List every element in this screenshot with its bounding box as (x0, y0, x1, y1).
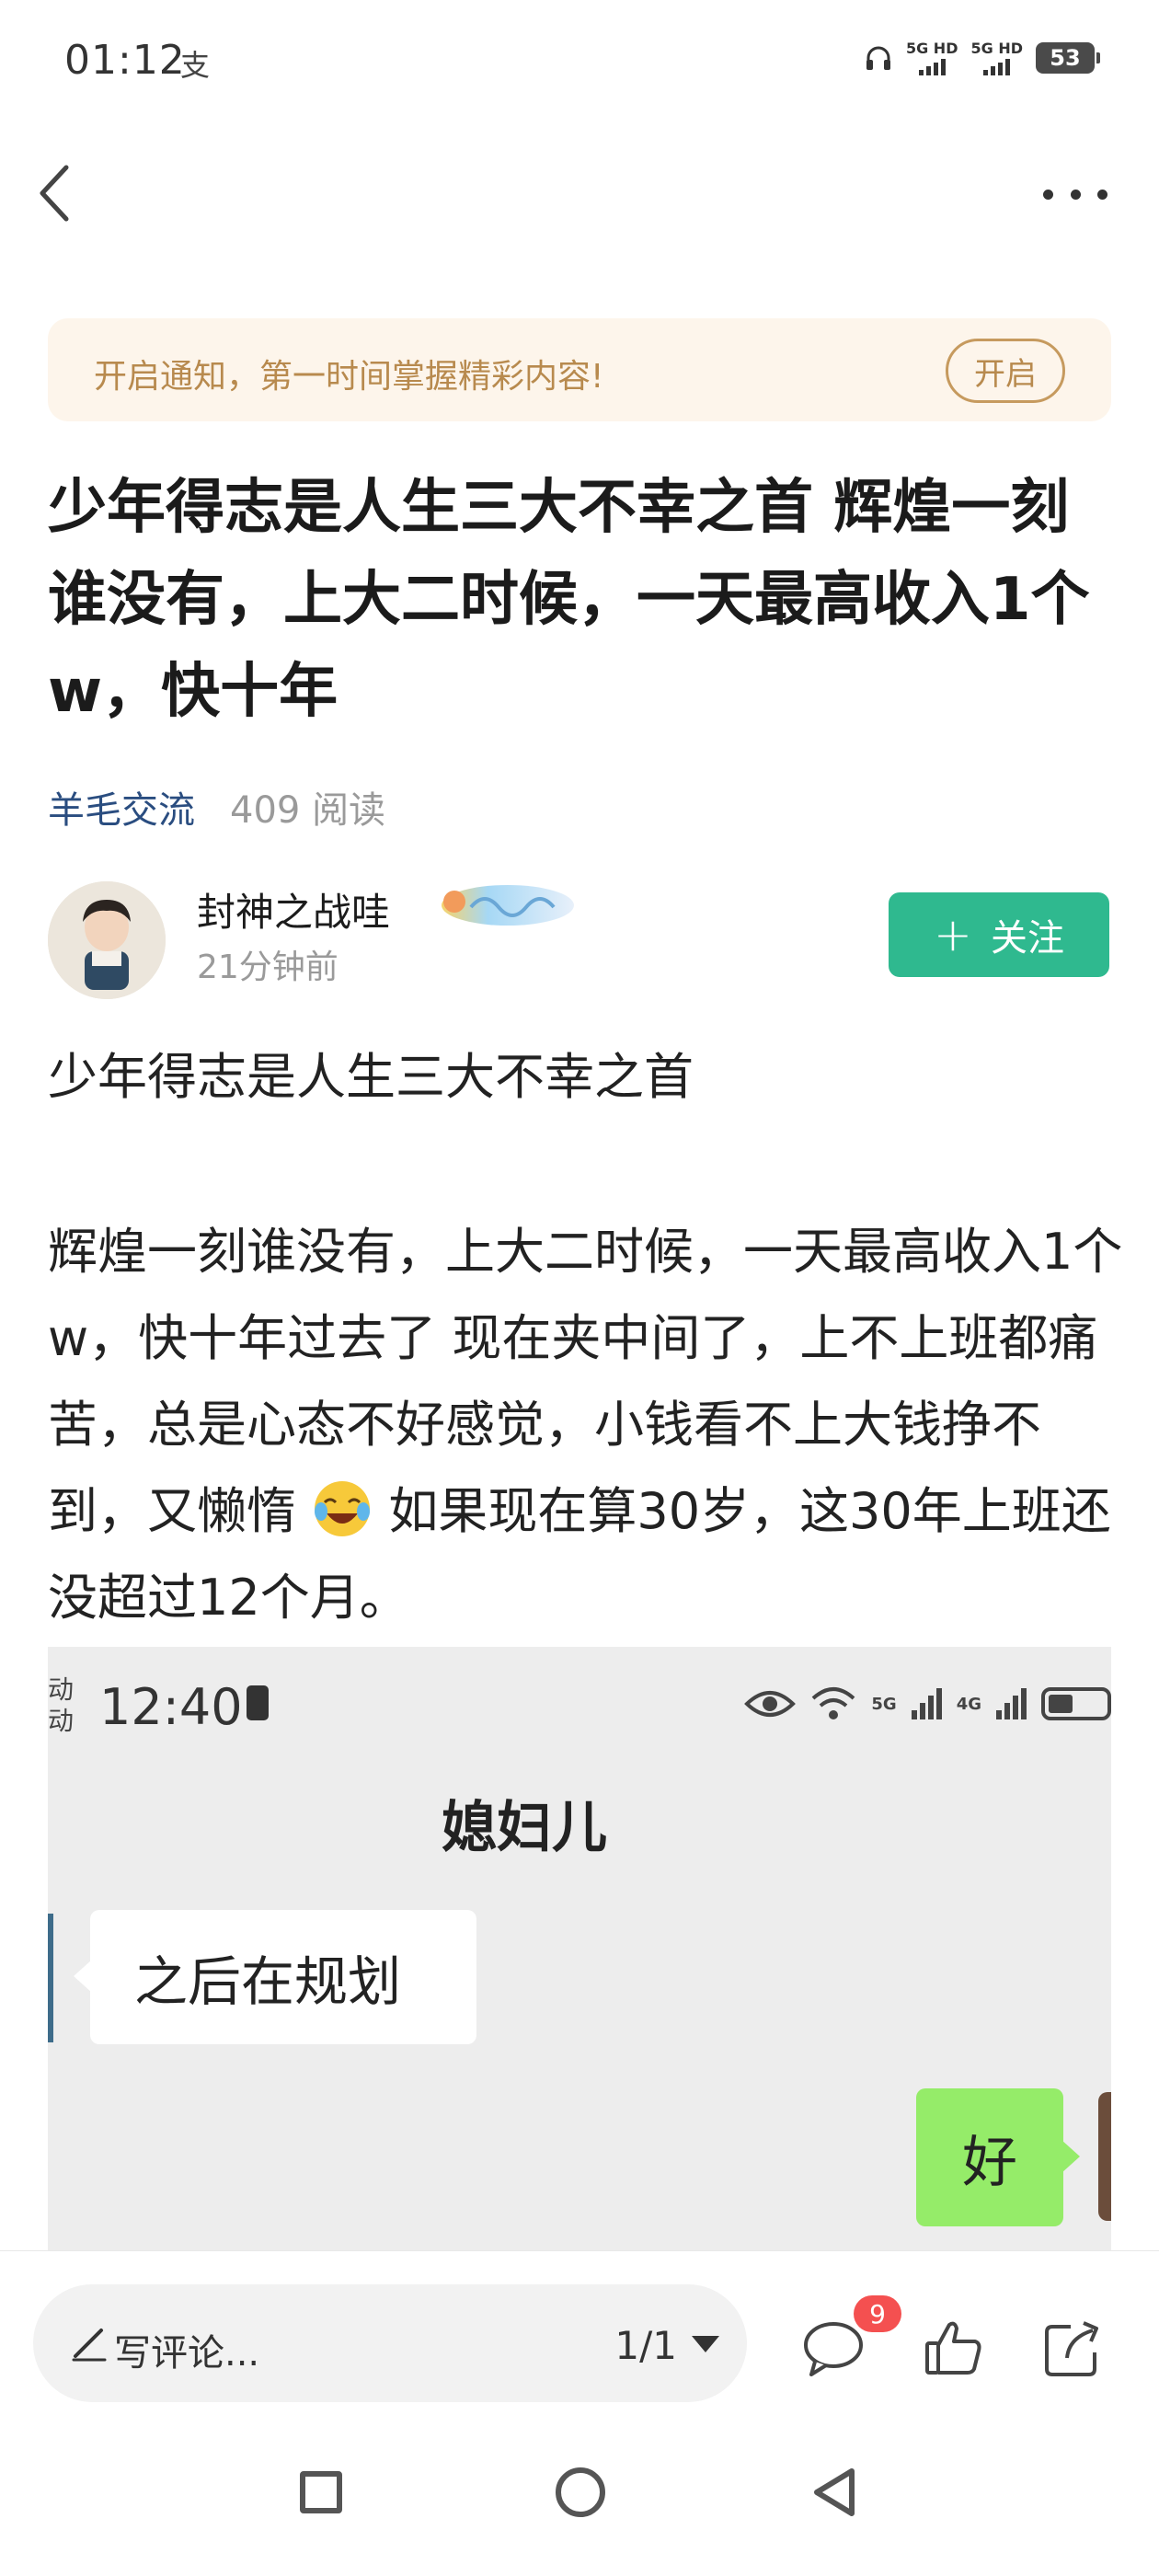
screenshot-status-icons: 5G 4G (744, 1685, 1111, 1722)
screenshot-lock-icon (247, 1685, 269, 1720)
caret-down-icon[interactable] (692, 2336, 719, 2352)
screenshot-time: 12:40 (99, 1678, 243, 1736)
chat-message-received: 之后在规划 (74, 1910, 476, 2044)
comment-input[interactable]: 写评论... 1/1 (33, 2284, 747, 2402)
system-navigation-bar (0, 2434, 1159, 2576)
alipay-icon: 支 (180, 48, 211, 83)
signal-bars-icon (983, 57, 1011, 75)
home-icon[interactable] (556, 2467, 605, 2517)
comment-count-badge: 9 (854, 2295, 901, 2332)
status-bar: 01:12 支 5G HD 5G HD 53 (0, 0, 1159, 129)
system-back-icon[interactable] (811, 2467, 857, 2517)
screenshot-carrier: 动动 (48, 1674, 75, 1736)
plus-icon: + (934, 908, 972, 961)
pen-icon (72, 2329, 107, 2362)
page-indicator[interactable]: 1/1 (614, 2323, 677, 2368)
share-icon[interactable] (1039, 2316, 1106, 2382)
nav-bar (0, 147, 1159, 239)
signal-bars-icon (918, 57, 946, 75)
signal-1: 5G HD (906, 40, 958, 75)
author-name[interactable]: 封神之战哇 (197, 881, 390, 937)
recent-apps-icon[interactable] (300, 2471, 342, 2513)
article-meta: 羊毛交流 409 阅读 (48, 780, 385, 834)
wifi-icon (812, 1687, 855, 1719)
author-badge-icon (442, 885, 574, 926)
net-type-5g: 5G (871, 1694, 897, 1714)
follow-button[interactable]: + 关注 (889, 892, 1109, 977)
signal-2: 5G HD (970, 40, 1023, 75)
chat-title: 媳妇儿 (442, 1796, 607, 1860)
battery-icon (1041, 1687, 1111, 1720)
chat-message-sent: 好 (916, 2088, 1080, 2226)
thumbs-up-icon[interactable] (922, 2316, 988, 2382)
crying-laughing-emoji-icon (315, 1481, 371, 1536)
comment-icon[interactable] (800, 2316, 866, 2382)
author-avatar[interactable] (48, 881, 166, 999)
status-time: 01:12 (64, 37, 186, 84)
eye-icon (744, 1691, 797, 1717)
enable-notification-button[interactable]: 开启 (946, 339, 1065, 403)
contact-avatar (48, 1914, 53, 2042)
back-arrow-icon[interactable] (31, 160, 86, 226)
bottom-action-bar: 写评论... 1/1 9 (0, 2250, 1159, 2434)
signal-bars-icon (911, 1688, 942, 1719)
notification-banner: 开启通知，第一时间掌握精彩内容! 开启 (48, 318, 1111, 421)
battery-icon: 53 (1036, 42, 1100, 74)
read-count: 409 阅读 (230, 789, 386, 832)
more-options-icon[interactable] (1043, 171, 1107, 217)
topic-tag[interactable]: 羊毛交流 (48, 780, 195, 834)
signal-bars-icon (996, 1688, 1027, 1719)
article-title: 少年得志是人生三大不幸之首 辉煌一刻谁没有，上大二时候，一天最高收入1个w，快十… (48, 474, 1090, 726)
article-paragraph: 少年得志是人生三大不幸之首 (48, 1048, 694, 1106)
notification-text: 开启通知，第一时间掌握精彩内容! (94, 358, 604, 396)
headphones-icon (866, 46, 890, 70)
article-paragraph: 辉煌一刻谁没有，上大二时候，一天最高收入1个w，快十年过去了 现在夹中间了，上不… (48, 1209, 1124, 1641)
post-time: 21分钟前 (197, 949, 339, 986)
user-avatar (1098, 2092, 1111, 2221)
net-type-4g: 4G (956, 1694, 981, 1714)
avatar-image (48, 881, 166, 999)
comment-placeholder: 写评论... (114, 2332, 260, 2375)
embedded-screenshot[interactable]: 动动 12:40 5G 4G 媳妇儿 之后在规划 好 (48, 1647, 1111, 2250)
screenshot-status-bar: 动动 12:40 5G 4G (48, 1665, 1111, 1736)
status-icons: 5G HD 5G HD 53 (864, 40, 1100, 75)
follow-label: 关注 (990, 917, 1064, 960)
